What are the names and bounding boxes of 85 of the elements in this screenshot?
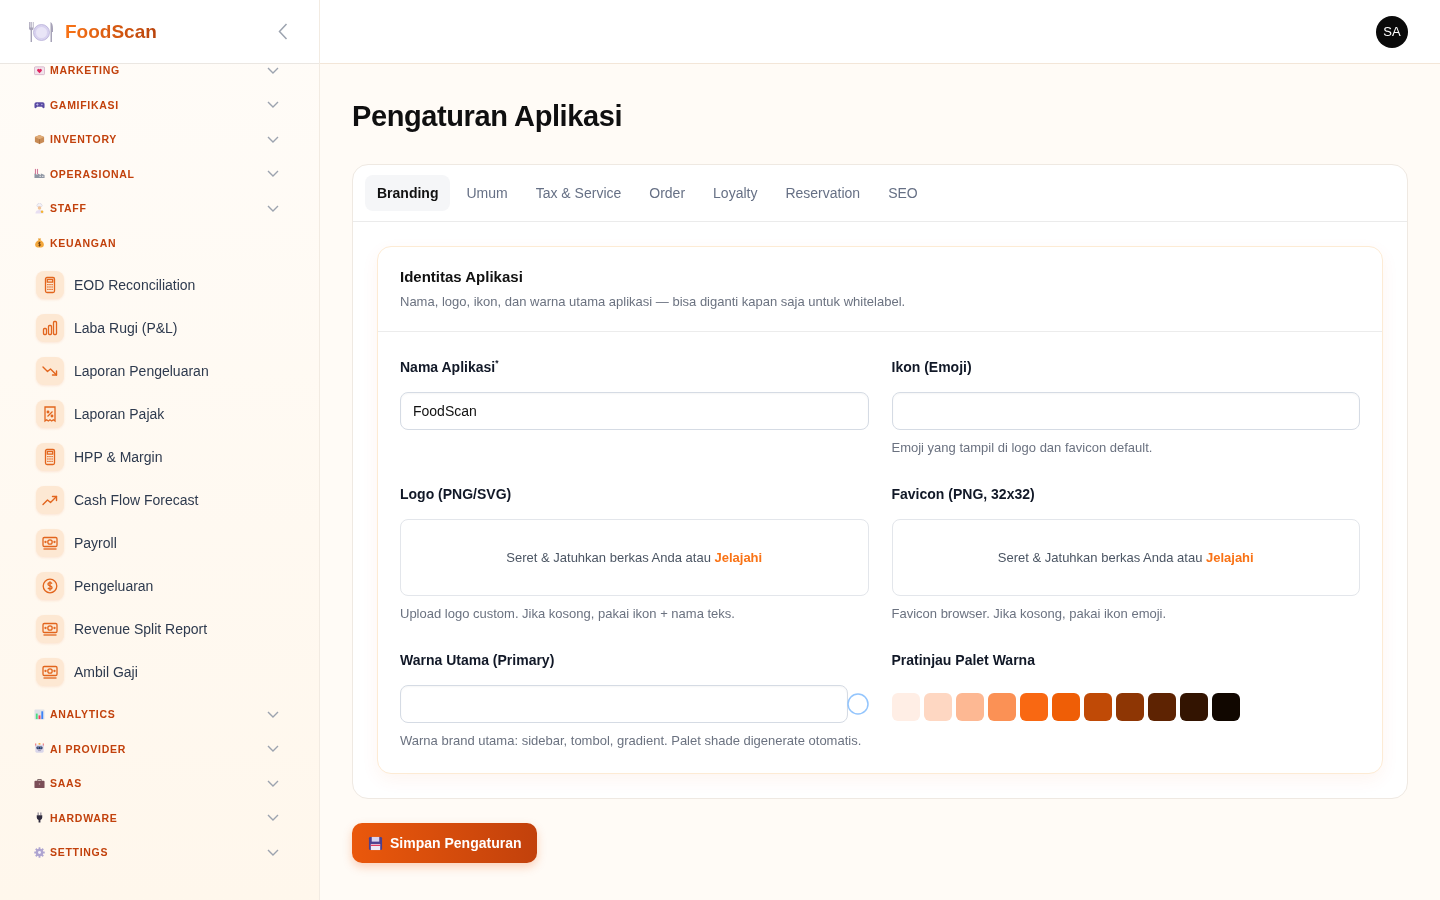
field-label: Ikon (Emoji) <box>891 358 973 376</box>
chevron-left-icon <box>278 23 288 40</box>
sidebar-item[interactable]: EOD Reconciliation <box>0 263 299 306</box>
robot-icon <box>34 743 45 755</box>
sidebar-item[interactable]: Laba Rugi (P&L) <box>0 306 299 349</box>
banknote-icon <box>36 528 64 557</box>
sidebar-item[interactable]: Pengeluaran <box>0 564 299 607</box>
banknote-icon <box>36 657 64 686</box>
sidebar-item[interactable]: Payroll <box>0 521 299 564</box>
field-label: Nama Aplikasi$^{*}$ <box>400 358 500 376</box>
text-input-field[interactable] <box>891 392 1360 430</box>
briefcase-icon <box>34 777 45 789</box>
chevron-down-icon <box>267 204 279 212</box>
user-avatar[interactable]: SA <box>1376 15 1408 48</box>
sidebar-group[interactable]: KEUANGAN <box>0 225 319 260</box>
sidebar-group[interactable]: OPERASIONAL <box>0 156 319 191</box>
money-bag-icon <box>34 237 45 249</box>
gamepad-icon <box>34 99 45 111</box>
settings-tab[interactable]: Loyalty <box>701 175 770 211</box>
settings-tab[interactable]: Tax & Service <box>523 175 634 211</box>
sidebar-group[interactable]: INVENTORY <box>0 122 319 157</box>
receipt-icon <box>36 399 64 428</box>
settings-tab[interactable]: Umum <box>454 175 520 211</box>
sidebar-item[interactable]: Revenue Split Report <box>0 607 299 650</box>
field-label: Logo (PNG/SVG) <box>400 485 513 503</box>
chevron-down-icon <box>267 848 279 856</box>
sidebar-group[interactable]: MARKETING <box>0 64 319 88</box>
trend-down-icon <box>36 356 64 385</box>
sidebar-group[interactable]: GAMIFIKASI <box>0 87 319 122</box>
settings-tab[interactable]: Order <box>637 175 698 211</box>
browse-link[interactable]: Jelajahi <box>714 550 763 565</box>
sidebar-item[interactable]: HPP & Margin <box>0 435 299 478</box>
trend-up-icon <box>36 485 64 514</box>
factory-icon <box>34 168 45 180</box>
field-label: Favicon (PNG, 32x32) <box>891 485 1036 503</box>
sidebar-item[interactable]: Cash Flow Forecast <box>0 478 299 521</box>
box-icon <box>34 133 45 145</box>
color-picker-circle-icon[interactable] <box>846 693 869 715</box>
color-code-field[interactable] <box>400 685 848 723</box>
file-drop-zone[interactable]: Seret & Jatuhkan berkas Anda atau Jelajahi <box>400 519 869 596</box>
sidebar-group[interactable]: STAFF <box>0 191 319 226</box>
help-text: Upload logo custom. Jika kosong, pakai ikon + nama teks. <box>400 606 736 622</box>
sidebar-item[interactable]: Laporan Pajak <box>0 392 299 435</box>
calculator-icon <box>36 270 64 299</box>
sidebar-group[interactable]: AI PROVIDER <box>0 731 319 766</box>
calculator-icon <box>36 442 64 471</box>
chevron-down-icon <box>267 710 279 718</box>
chevron-down-icon <box>267 101 279 109</box>
drop-zone-prompt: Seret & Jatuhkan berkas Anda atau Jelajahi <box>997 550 1254 565</box>
sidebar-item[interactable]: Laporan Pengeluaran <box>0 349 299 392</box>
section-title: Identitas Aplikasi <box>400 267 524 287</box>
settings-tab[interactable]: SEO <box>876 175 930 211</box>
drop-zone-prompt: Seret & Jatuhkan berkas Anda atau Jelajahi <box>506 550 763 565</box>
save-button[interactable]: Simpan Pengaturan <box>352 823 538 863</box>
section-description: Nama, logo, ikon, dan warna utama aplikasi — bisa diganti kapan saja untuk whitelabel. <box>400 293 907 311</box>
settings-tab[interactable]: Reservation <box>773 175 873 211</box>
field-label: Pratinjau Palet Warna <box>891 651 1036 669</box>
sidebar-group[interactable]: ANALYTICS <box>0 697 319 732</box>
help-text: Favicon browser. Jika kosong, pakai ikon emoji. <box>891 606 1168 622</box>
field-label: Warna Utama (Primary) <box>400 651 556 669</box>
bar-chart-icon <box>36 313 64 342</box>
browse-link[interactable]: Jelajahi <box>1205 550 1254 565</box>
page-title: Pengaturan Aplikasi <box>352 99 624 134</box>
sidebar-group[interactable]: SETTINGS <box>0 835 319 870</box>
cook-icon <box>34 202 45 214</box>
help-text: Emoji yang tampil di logo dan favicon default. <box>891 440 1154 456</box>
chevron-down-icon <box>267 66 279 74</box>
chevron-down-icon <box>267 745 279 753</box>
sidebar-group[interactable]: SAAS <box>0 766 319 801</box>
chevron-down-icon <box>267 814 279 822</box>
banknote-icon <box>36 614 64 643</box>
sidebar-group[interactable]: HARDWARE <box>0 800 319 835</box>
sidebar-item[interactable]: Ambil Gaji <box>0 650 299 693</box>
bar-chart-icon <box>34 708 45 720</box>
plug-icon <box>34 812 45 824</box>
chevron-down-icon <box>267 135 279 143</box>
settings-tab[interactable]: Branding <box>365 175 451 211</box>
plate-cutlery-icon <box>28 20 54 43</box>
text-input-field[interactable]: FoodScan <box>400 392 869 430</box>
file-drop-zone[interactable]: Seret & Jatuhkan berkas Anda atau Jelajahi <box>891 519 1360 596</box>
chevron-down-icon <box>267 170 279 178</box>
help-text: Warna brand utama: sidebar, tombol, gradient. Palet shade digenerate otomatis. <box>400 732 863 750</box>
chevron-down-icon <box>267 779 279 787</box>
settings-icon <box>34 846 45 858</box>
collapse-sidebar-button[interactable] <box>278 23 288 40</box>
